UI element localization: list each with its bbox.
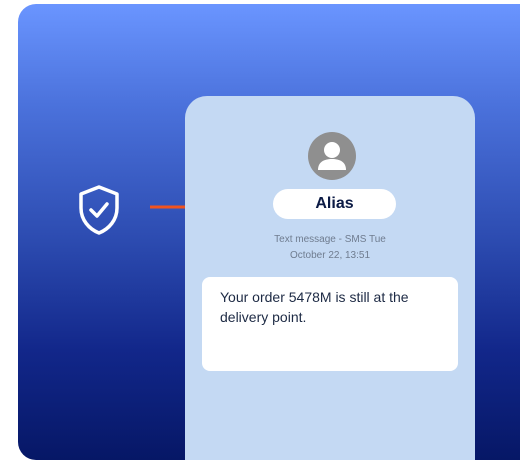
message-meta: Text message - SMS Tue October 22, 13:51 [215,232,445,264]
message-text: Your order 5478M is still at the deliver… [220,289,409,325]
shield-check-icon [79,185,119,235]
message-type-label: Text message - SMS Tue [274,234,386,245]
message-bubble: Your order 5478M is still at the deliver… [202,277,458,371]
sender-name: Alias [273,189,396,219]
illustration-card: Alias Text message - SMS Tue October 22,… [18,4,520,460]
phone-screen: Alias Text message - SMS Tue October 22,… [185,96,475,460]
user-avatar-icon [308,132,356,180]
sender-name-label: Alias [315,195,354,212]
message-timestamp: October 22, 13:51 [289,250,371,261]
